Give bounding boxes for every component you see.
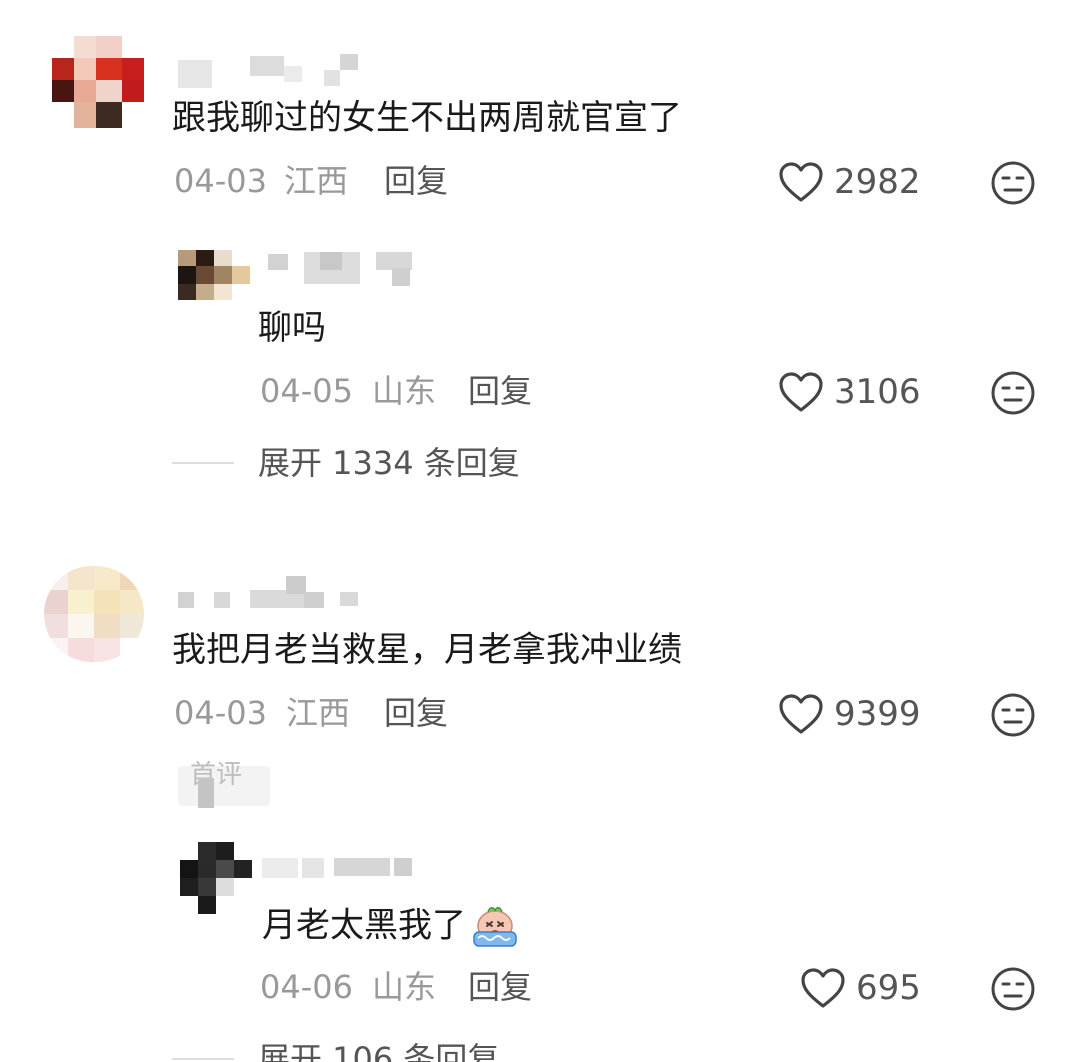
like-button[interactable]: 2982 bbox=[778, 160, 921, 204]
reply-button[interactable]: 回复 bbox=[468, 372, 532, 410]
reply-text: 聊吗 bbox=[258, 308, 326, 348]
dislike-icon[interactable] bbox=[990, 966, 1036, 1012]
avatar[interactable] bbox=[52, 36, 144, 128]
reply-text: 月老太黑我了 bbox=[262, 904, 520, 950]
dislike-icon[interactable] bbox=[990, 692, 1036, 738]
username-blurred[interactable] bbox=[178, 574, 368, 610]
avatar[interactable] bbox=[180, 842, 252, 914]
expand-replies-label: 展开 106 条回复 bbox=[258, 1040, 500, 1062]
reply-location: 山东 bbox=[372, 968, 437, 1006]
dislike-icon[interactable] bbox=[990, 370, 1036, 416]
heart-icon bbox=[779, 694, 823, 734]
like-button[interactable]: 3106 bbox=[778, 370, 921, 414]
avatar[interactable] bbox=[44, 566, 144, 662]
crying-emoji-icon bbox=[473, 907, 517, 947]
like-count: 695 bbox=[856, 968, 921, 1008]
divider-line bbox=[172, 462, 234, 464]
comment-list: 跟我聊过的女生不出两周就官宣了 04-03 江西 回复 2982 聊吗 04-0… bbox=[0, 0, 1080, 1062]
reply-text-label: 月老太黑我了 bbox=[262, 905, 466, 946]
reply-date: 04-06 bbox=[260, 968, 353, 1006]
reply-button[interactable]: 回复 bbox=[384, 162, 448, 200]
expand-replies-button[interactable]: 展开 1334 条回复 bbox=[172, 444, 520, 482]
comment-location: 江西 bbox=[284, 162, 349, 200]
comment-text: 我把月老当救星，月老拿我冲业绩 bbox=[172, 630, 682, 670]
like-button[interactable]: 695 bbox=[800, 966, 921, 1010]
like-count: 9399 bbox=[834, 694, 921, 734]
comment-date: 04-03 bbox=[174, 162, 267, 200]
first-comment-badge: 首评 bbox=[178, 760, 270, 808]
comment-date: 04-03 bbox=[174, 694, 267, 732]
heart-icon bbox=[779, 162, 823, 202]
reply-location: 山东 bbox=[372, 372, 437, 410]
username-blurred[interactable] bbox=[262, 856, 422, 882]
expand-replies-button[interactable]: 展开 106 条回复 bbox=[172, 1040, 499, 1062]
reply-button[interactable]: 回复 bbox=[384, 694, 448, 732]
comment-text: 跟我聊过的女生不出两周就官宣了 bbox=[172, 98, 682, 138]
comment-location: 江西 bbox=[286, 694, 351, 732]
dislike-icon[interactable] bbox=[990, 160, 1036, 206]
like-count: 2982 bbox=[834, 162, 921, 202]
heart-icon bbox=[801, 968, 845, 1008]
reply-date: 04-05 bbox=[260, 372, 353, 410]
expand-replies-label: 展开 1334 条回复 bbox=[258, 444, 520, 482]
username-blurred[interactable] bbox=[268, 250, 418, 290]
reply-button[interactable]: 回复 bbox=[468, 968, 532, 1006]
like-count: 3106 bbox=[834, 372, 921, 412]
avatar[interactable] bbox=[178, 250, 250, 300]
like-button[interactable]: 9399 bbox=[778, 692, 921, 736]
username-blurred[interactable] bbox=[178, 52, 358, 90]
heart-icon bbox=[779, 372, 823, 412]
divider-line bbox=[172, 1058, 234, 1060]
